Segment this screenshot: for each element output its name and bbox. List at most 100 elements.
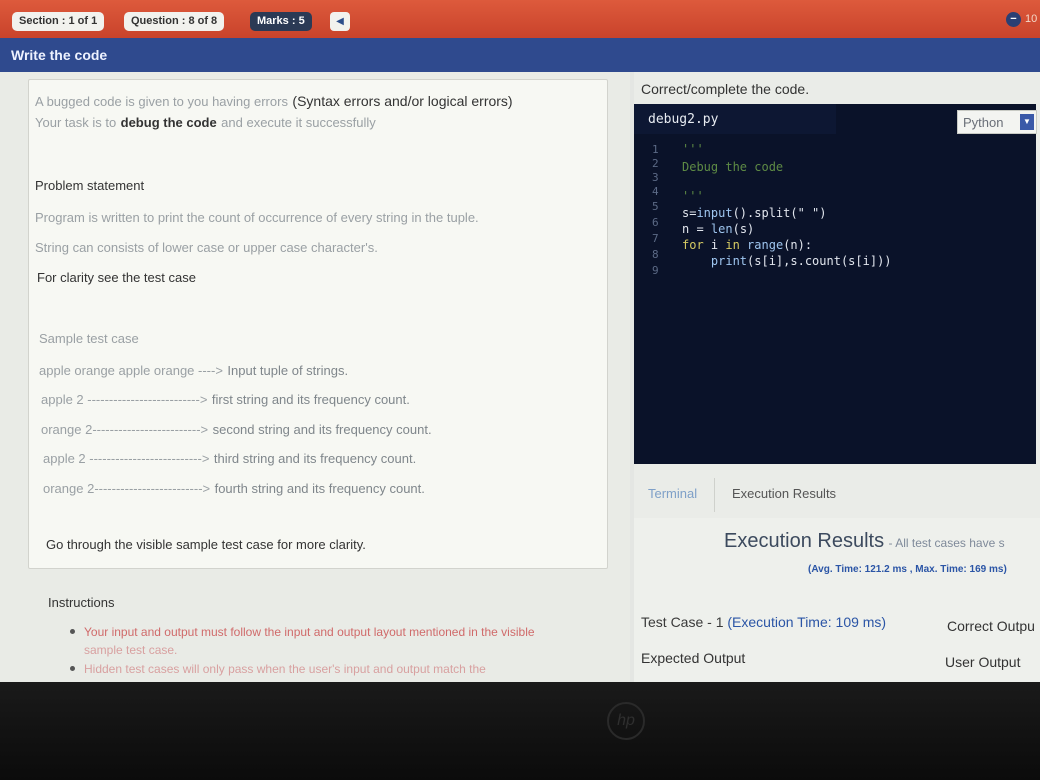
intro-line-1: A bugged code is given to you having err… bbox=[35, 93, 513, 111]
sample-heading: Sample test case bbox=[39, 331, 139, 346]
timer-value: 10 bbox=[1025, 13, 1038, 25]
line-number: 3 bbox=[652, 171, 659, 184]
sample-description: fourth string and its frequency count. bbox=[214, 481, 425, 496]
line-number: 9 bbox=[652, 264, 659, 277]
sample-row: apple 2 --------------------------> thir… bbox=[43, 450, 416, 468]
code-token: input bbox=[696, 206, 733, 220]
output-tabs: Terminal Execution Results bbox=[634, 472, 1040, 514]
clarity-note: For clarity see the test case bbox=[37, 270, 196, 285]
results-title: Execution Results bbox=[724, 530, 885, 552]
tab-divider bbox=[714, 478, 715, 512]
code-token: for bbox=[682, 238, 704, 252]
sample-input: apple 2 --------------------------> bbox=[43, 451, 210, 466]
code-token: in bbox=[725, 238, 740, 252]
code-editor[interactable]: debug2.py 1 2 3 4 5 6 7 8 9 ''' Debug th… bbox=[634, 104, 1036, 464]
instruction-1-cont: sample test case. bbox=[84, 643, 178, 657]
code-line-6[interactable]: n = len(s) bbox=[682, 222, 754, 236]
intro-emphasis: debug the code bbox=[120, 115, 217, 130]
code-line-1[interactable]: ''' bbox=[682, 142, 704, 156]
code-token: ().split(" ") bbox=[732, 206, 827, 220]
code-token: s= bbox=[682, 206, 697, 220]
code-token: print bbox=[682, 254, 748, 268]
language-value: Python bbox=[963, 115, 1004, 130]
intro-line-2: Your task is to debug the code and execu… bbox=[35, 114, 376, 132]
sample-row: orange 2-------------------------> fourt… bbox=[43, 480, 425, 498]
sample-description: third string and its frequency count. bbox=[213, 451, 417, 466]
tab-execution-results[interactable]: Execution Results bbox=[732, 486, 836, 501]
sample-description: second string and its frequency count. bbox=[212, 422, 432, 437]
correct-output-status: Correct Outpu bbox=[947, 618, 1035, 634]
code-line-7[interactable]: for i in range(n): bbox=[682, 238, 812, 252]
marks-badge: Marks : 5 bbox=[250, 12, 312, 31]
timer-icon: − bbox=[1006, 12, 1021, 27]
problem-line-1: Program is written to print the count of… bbox=[35, 210, 479, 225]
sample-input: apple orange apple orange ----> bbox=[39, 363, 223, 378]
line-number: 7 bbox=[652, 232, 659, 245]
line-number: 6 bbox=[652, 216, 659, 229]
file-tab[interactable]: debug2.py bbox=[634, 104, 836, 134]
instruction-2: Hidden test cases will only pass when th… bbox=[84, 662, 486, 676]
intro-emphasis: (Syntax errors and/or logical errors) bbox=[292, 93, 513, 109]
code-line-5[interactable]: s=input().split(" ") bbox=[682, 206, 827, 220]
sample-description: first string and its frequency count. bbox=[211, 392, 410, 407]
sample-row: apple orange apple orange ----> Input tu… bbox=[39, 362, 348, 380]
question-type-title: Write the code bbox=[11, 47, 108, 63]
sample-input: orange 2-------------------------> bbox=[41, 422, 209, 437]
exam-screen: Section : 1 of 1 Question : 8 of 8 Marks… bbox=[0, 0, 1040, 682]
go-through-note: Go through the visible sample test case … bbox=[46, 537, 366, 552]
tab-terminal[interactable]: Terminal bbox=[648, 486, 697, 501]
expected-output-label: Expected Output bbox=[641, 650, 746, 666]
instruction-1: Your input and output must follow the in… bbox=[84, 625, 535, 639]
section-indicator[interactable]: Section : 1 of 1 bbox=[12, 12, 105, 31]
file-name: debug2.py bbox=[648, 112, 719, 127]
code-token: i bbox=[703, 238, 726, 252]
problem-heading: Problem statement bbox=[35, 178, 145, 193]
instructions-heading: Instructions bbox=[48, 595, 115, 610]
question-panel: A bugged code is given to you having err… bbox=[0, 72, 630, 682]
code-token: range bbox=[739, 238, 784, 252]
sample-description: Input tuple of strings. bbox=[227, 363, 349, 378]
sample-row: apple 2 --------------------------> firs… bbox=[41, 391, 410, 409]
intro-text: Your task is to bbox=[35, 115, 117, 130]
editor-heading: Correct/complete the code. bbox=[641, 81, 810, 97]
expand-arrow-icon[interactable]: ◀ bbox=[330, 12, 350, 31]
code-line-4[interactable]: ''' bbox=[682, 189, 704, 203]
question-type-bar: Write the code bbox=[0, 38, 1040, 72]
results-title-row: Execution Results - All test cases have … bbox=[724, 530, 1005, 553]
intro-text: A bugged code is given to you having err… bbox=[35, 94, 288, 109]
chevron-down-icon[interactable]: ▼ bbox=[1020, 114, 1034, 130]
user-output-label: User Output bbox=[945, 654, 1021, 670]
testcase-label: Test Case - 1 bbox=[641, 614, 724, 630]
sample-input: orange 2-------------------------> bbox=[43, 481, 211, 496]
code-token: len bbox=[710, 222, 733, 236]
sample-row: orange 2-------------------------> secon… bbox=[41, 421, 432, 439]
hp-logo-icon: hp bbox=[607, 702, 645, 740]
results-status: - All test cases have s bbox=[888, 536, 1005, 550]
code-line-2[interactable]: Debug the code bbox=[682, 160, 783, 174]
testcase-row[interactable]: Test Case - 1 (Execution Time: 109 ms) bbox=[641, 614, 886, 630]
language-select[interactable]: Python ▼ bbox=[957, 110, 1037, 134]
code-panel: Correct/complete the code. debug2.py 1 2… bbox=[634, 72, 1040, 682]
results-timing: (Avg. Time: 121.2 ms , Max. Time: 169 ms… bbox=[808, 564, 1007, 575]
code-token: (s[i],s.count(s[i])) bbox=[747, 254, 892, 268]
problem-line-2: String can consists of lower case or upp… bbox=[35, 240, 378, 255]
intro-text: and execute it successfully bbox=[221, 115, 376, 130]
line-number: 5 bbox=[652, 200, 659, 213]
code-line-8[interactable]: print(s[i],s.count(s[i])) bbox=[682, 254, 892, 268]
exam-header: Section : 1 of 1 Question : 8 of 8 Marks… bbox=[0, 0, 1040, 38]
sample-input: apple 2 --------------------------> bbox=[41, 392, 208, 407]
code-token: (n): bbox=[783, 238, 813, 252]
code-token: n = bbox=[682, 222, 711, 236]
line-number: 1 bbox=[652, 143, 659, 156]
question-box: A bugged code is given to you having err… bbox=[28, 79, 608, 569]
bullet-icon bbox=[70, 666, 75, 671]
line-number: 2 bbox=[652, 157, 659, 170]
code-token: (s) bbox=[732, 222, 755, 236]
testcase-time: (Execution Time: 109 ms) bbox=[727, 614, 887, 630]
line-number: 4 bbox=[652, 185, 659, 198]
bullet-icon bbox=[70, 629, 75, 634]
execution-results-panel: Execution Results - All test cases have … bbox=[634, 518, 1040, 682]
laptop-bezel: hp bbox=[0, 682, 1040, 780]
question-indicator[interactable]: Question : 8 of 8 bbox=[124, 12, 225, 31]
line-number: 8 bbox=[652, 248, 659, 261]
